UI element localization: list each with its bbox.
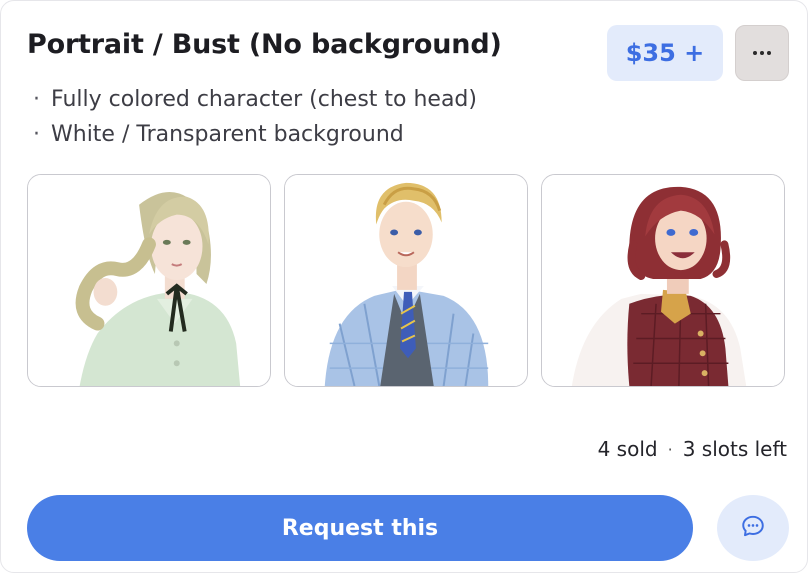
more-options-button[interactable] <box>735 25 789 81</box>
slots-left: 3 slots left <box>682 437 787 461</box>
stats-separator: · <box>667 439 673 459</box>
example-gallery <box>27 174 785 387</box>
feature-item: · Fully colored character (chest to head) <box>33 85 477 120</box>
bullet: · <box>33 87 40 112</box>
commission-title: Portrait / Bust (No background) <box>27 29 502 60</box>
feature-text: White / Transparent background <box>51 122 404 147</box>
commission-card: Portrait / Bust (No background) $35 + · F… <box>0 0 808 573</box>
feature-list: · Fully colored character (chest to head)… <box>33 85 477 155</box>
request-button[interactable]: Request this <box>27 495 693 561</box>
example-image-2[interactable] <box>284 174 528 387</box>
example-image-1[interactable] <box>27 174 271 387</box>
feature-text: Fully colored character (chest to head) <box>51 87 477 112</box>
example-image-3[interactable] <box>541 174 785 387</box>
chat-bubble-icon <box>740 513 766 543</box>
feature-item: · White / Transparent background <box>33 120 477 155</box>
sold-count: 4 sold <box>597 437 658 461</box>
ellipsis-icon <box>753 51 771 55</box>
sales-stats: 4 sold · 3 slots left <box>598 437 787 461</box>
chat-button[interactable] <box>717 495 789 561</box>
price-badge: $35 + <box>607 25 723 81</box>
bullet: · <box>33 122 40 147</box>
